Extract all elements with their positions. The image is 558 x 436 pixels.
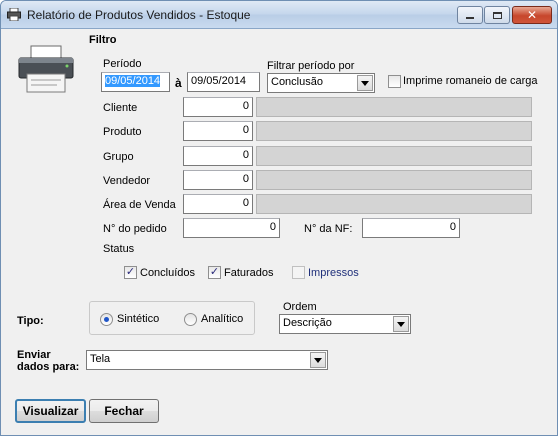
- sintetico-radio[interactable]: [100, 313, 113, 326]
- report-window: Relatório de Produtos Vendidos - Estoque…: [0, 0, 558, 436]
- analitico-label: Analítico: [201, 313, 244, 325]
- date-from-input[interactable]: 09/05/2014: [101, 72, 170, 92]
- produto-label: Produto: [103, 126, 142, 138]
- filtro-heading: Filtro: [89, 34, 117, 46]
- maximize-button[interactable]: [484, 6, 510, 24]
- date-to-input[interactable]: 09/05/2014: [187, 72, 260, 92]
- cliente-code-input[interactable]: 0: [183, 97, 253, 117]
- chevron-down-icon[interactable]: [310, 352, 326, 368]
- printer-icon: [18, 45, 74, 93]
- chevron-down-icon[interactable]: [357, 75, 373, 91]
- cliente-desc-field: [256, 97, 532, 117]
- maximize-icon: [492, 11, 502, 19]
- impressos-checkbox[interactable]: [292, 266, 305, 279]
- vendedor-desc-field: [256, 170, 532, 190]
- grupo-desc-field: [256, 146, 532, 166]
- ordem-value: Descrição: [283, 317, 332, 329]
- printer-title-icon: [7, 8, 21, 21]
- ordem-label: Ordem: [283, 301, 317, 313]
- filtrar-periodo-label: Filtrar período por: [267, 60, 355, 72]
- pedido-input[interactable]: 0: [183, 218, 280, 238]
- area-venda-code-input[interactable]: 0: [183, 194, 253, 214]
- date-from-value: 09/05/2014: [105, 75, 161, 87]
- sintetico-label: Sintético: [117, 313, 160, 325]
- enviar-value: Tela: [90, 353, 111, 365]
- title-bar[interactable]: Relatório de Produtos Vendidos - Estoque…: [1, 1, 557, 29]
- chevron-down-icon[interactable]: [393, 316, 409, 332]
- nf-input[interactable]: 0: [362, 218, 460, 238]
- faturados-label: Faturados: [224, 267, 274, 279]
- visualizar-button[interactable]: Visualizar: [15, 399, 86, 423]
- close-icon: ✕: [526, 8, 538, 22]
- visualizar-button-label: Visualizar: [22, 404, 79, 418]
- minimize-button[interactable]: [457, 6, 483, 24]
- faturados-checkbox[interactable]: ✓: [208, 266, 221, 279]
- grupo-label: Grupo: [103, 151, 134, 163]
- radio-selected-dot: [104, 317, 109, 322]
- close-button[interactable]: ✕: [512, 6, 552, 24]
- ordem-select[interactable]: Descrição: [279, 314, 411, 334]
- fechar-button[interactable]: Fechar: [89, 399, 159, 423]
- date-separator: à: [175, 76, 182, 90]
- grupo-code-input[interactable]: 0: [183, 146, 253, 166]
- romaneio-checkbox[interactable]: [388, 75, 401, 88]
- cliente-label: Cliente: [103, 102, 138, 114]
- status-label: Status: [103, 243, 135, 255]
- filtrar-periodo-select[interactable]: Conclusão: [267, 73, 375, 93]
- enviar-label-line1: Enviar: [17, 349, 51, 361]
- produto-code-input[interactable]: 0: [183, 121, 253, 141]
- vendedor-code-input[interactable]: 0: [183, 170, 253, 190]
- tipo-label: Tipo:: [17, 315, 44, 327]
- concluidos-label: Concluídos: [140, 267, 196, 279]
- enviar-label-line2: dados para:: [17, 361, 80, 373]
- impressos-label: Impressos: [308, 267, 359, 279]
- enviar-select[interactable]: Tela: [86, 350, 328, 370]
- check-icon: ✓: [209, 266, 220, 278]
- pedido-label: N° do pedido: [103, 223, 167, 235]
- nf-label: N° da NF:: [304, 223, 353, 235]
- dialog-client-area: Filtro Período 09/05/2014 à 09/05/2014 F…: [5, 30, 553, 432]
- periodo-label: Período: [103, 58, 142, 70]
- romaneio-label: Imprime romaneio de carga: [403, 75, 538, 87]
- concluidos-checkbox[interactable]: ✓: [124, 266, 137, 279]
- minimize-icon: [466, 17, 474, 19]
- analitico-radio[interactable]: [184, 313, 197, 326]
- tipo-groupbox: Sintético Analítico: [89, 301, 255, 335]
- vendedor-label: Vendedor: [103, 175, 151, 187]
- fechar-button-label: Fechar: [104, 404, 144, 418]
- filtrar-periodo-value: Conclusão: [271, 76, 323, 88]
- produto-desc-field: [256, 121, 532, 141]
- area-venda-desc-field: [256, 194, 532, 214]
- check-icon: ✓: [125, 266, 136, 278]
- window-title: Relatório de Produtos Vendidos - Estoque: [27, 8, 251, 22]
- area-venda-label: Área de Venda: [103, 199, 176, 211]
